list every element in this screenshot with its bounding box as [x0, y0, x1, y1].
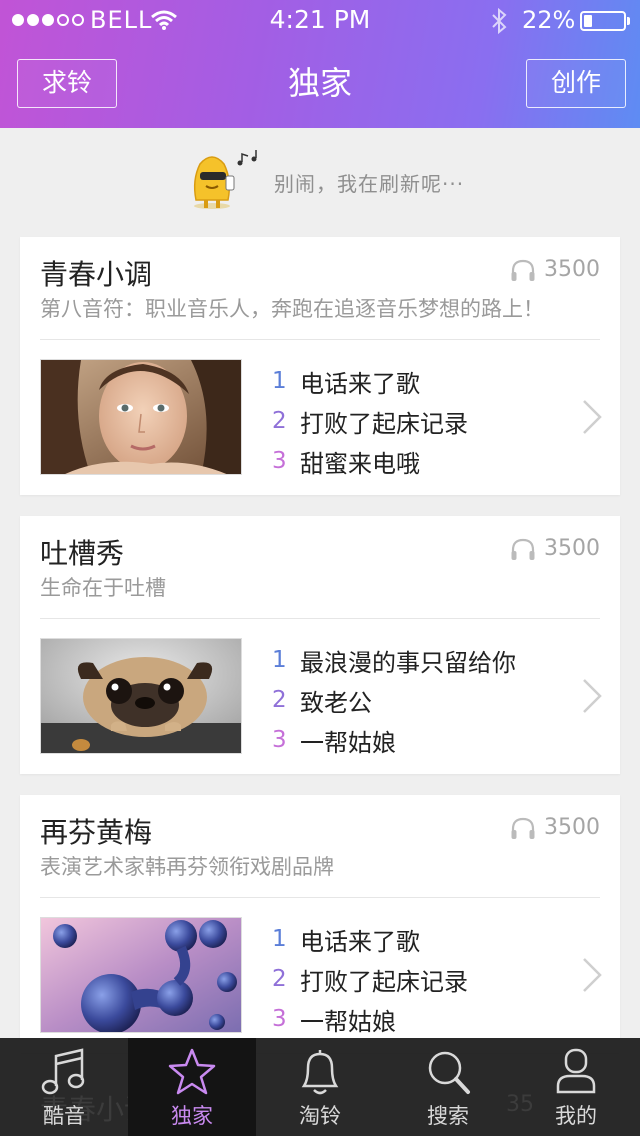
channel-title: 青春小调	[40, 258, 153, 291]
channel-subtitle: 生命在于吐槽	[40, 576, 166, 600]
status-bar: BELL 4:21 PM 22%	[0, 0, 640, 40]
tab-label: 淘铃	[299, 1104, 341, 1128]
song-item[interactable]: 3 甜蜜来电哦	[272, 441, 468, 481]
play-count-value: 3500	[544, 815, 600, 840]
tab-label: 搜索	[427, 1104, 469, 1128]
tab-search[interactable]: 搜索	[384, 1038, 512, 1136]
tab-label: 酷音	[43, 1104, 85, 1128]
song-title: 打败了起床记录	[300, 967, 468, 996]
song-item[interactable]: 1 电话来了歌	[272, 361, 468, 401]
channel-image-portrait[interactable]	[40, 359, 242, 475]
divider	[40, 618, 600, 619]
chevron-right-icon[interactable]	[580, 955, 604, 995]
tab-mine[interactable]: 我的	[512, 1038, 640, 1136]
refresh-indicator: 别闹，我在刷新呢···	[0, 150, 640, 220]
tab-ku-yin[interactable]: 酷音	[0, 1038, 128, 1136]
song-title: 一帮姑娘	[300, 728, 396, 757]
song-list: 1 最浪漫的事只留给你 2 致老公 3 一帮姑娘	[272, 640, 516, 760]
divider	[40, 897, 600, 898]
star-icon	[168, 1048, 216, 1095]
channel-subtitle: 第八音符：职业音乐人，奔跑在追逐音乐梦想的路上！	[40, 297, 544, 321]
header: BELL 4:21 PM 22% 求铃 独家 创作	[0, 0, 640, 128]
channel-title: 吐槽秀	[40, 537, 125, 570]
song-item[interactable]: 2 打败了起床记录	[272, 401, 468, 441]
chevron-right-icon[interactable]	[580, 676, 604, 716]
song-title: 最浪漫的事只留给你	[300, 648, 516, 677]
play-count: 3500	[510, 815, 600, 840]
play-count-value: 3500	[544, 257, 600, 282]
refresh-text: 别闹，我在刷新呢···	[274, 172, 465, 196]
tab-bar: 青春小调 35 酷音 独家 淘铃 搜索 我的	[0, 1038, 640, 1136]
song-item[interactable]: 1 电话来了歌	[272, 919, 468, 959]
song-item[interactable]: 3 一帮姑娘	[272, 999, 468, 1039]
tab-ringtones[interactable]: 淘铃	[256, 1038, 384, 1136]
divider	[40, 339, 600, 340]
headphones-icon	[511, 817, 535, 839]
bell-mascot-icon	[193, 150, 257, 209]
song-title: 一帮姑娘	[300, 1007, 396, 1036]
tab-label: 独家	[171, 1104, 213, 1128]
song-item[interactable]: 3 一帮姑娘	[272, 720, 516, 760]
tab-label: 我的	[555, 1104, 597, 1128]
song-title: 甜蜜来电哦	[300, 449, 420, 478]
headphones-icon	[511, 259, 535, 281]
bell-icon	[301, 1050, 339, 1095]
play-count-value: 3500	[544, 536, 600, 561]
channel-card[interactable]: 吐槽秀 3500 生命在于吐槽 1 最浪漫的事只留给你 2 致老公 3 一帮姑娘	[20, 516, 620, 774]
song-title: 打败了起床记录	[300, 409, 468, 438]
chevron-right-icon[interactable]	[580, 397, 604, 437]
tab-exclusive[interactable]: 独家	[128, 1038, 256, 1136]
search-icon	[428, 1051, 470, 1094]
bluetooth-icon	[492, 8, 507, 34]
song-list: 1 电话来了歌 2 打败了起床记录 3 一帮姑娘	[272, 919, 468, 1039]
music-note-icon	[41, 1048, 85, 1095]
song-item[interactable]: 2 打败了起床记录	[272, 959, 468, 999]
channel-title: 再芬黄梅	[40, 816, 153, 849]
song-title: 电话来了歌	[300, 369, 420, 398]
channel-card[interactable]: 再芬黄梅 3500 表演艺术家韩再芬领衔戏剧品牌 1 电话来了歌 2 打败了起床…	[20, 795, 620, 1053]
battery-icon	[580, 11, 626, 31]
channel-card[interactable]: 青春小调 3500 第八音符：职业音乐人，奔跑在追逐音乐梦想的路上！ 1 电话来…	[20, 237, 620, 495]
channel-image-abstract[interactable]	[40, 917, 242, 1033]
headphones-icon	[511, 538, 535, 560]
user-icon	[556, 1048, 596, 1094]
play-count: 3500	[510, 536, 600, 561]
play-count: 3500	[510, 257, 600, 282]
channel-subtitle: 表演艺术家韩再芬领衔戏剧品牌	[40, 855, 334, 879]
song-title: 致老公	[300, 688, 372, 717]
channel-image-pug[interactable]	[40, 638, 242, 754]
battery-percent: 22%	[522, 6, 576, 34]
song-item[interactable]: 2 致老公	[272, 680, 516, 720]
create-button[interactable]: 创作	[526, 59, 626, 108]
song-list: 1 电话来了歌 2 打败了起床记录 3 甜蜜来电哦	[272, 361, 468, 481]
song-item[interactable]: 1 最浪漫的事只留给你	[272, 640, 516, 680]
song-title: 电话来了歌	[300, 927, 420, 956]
